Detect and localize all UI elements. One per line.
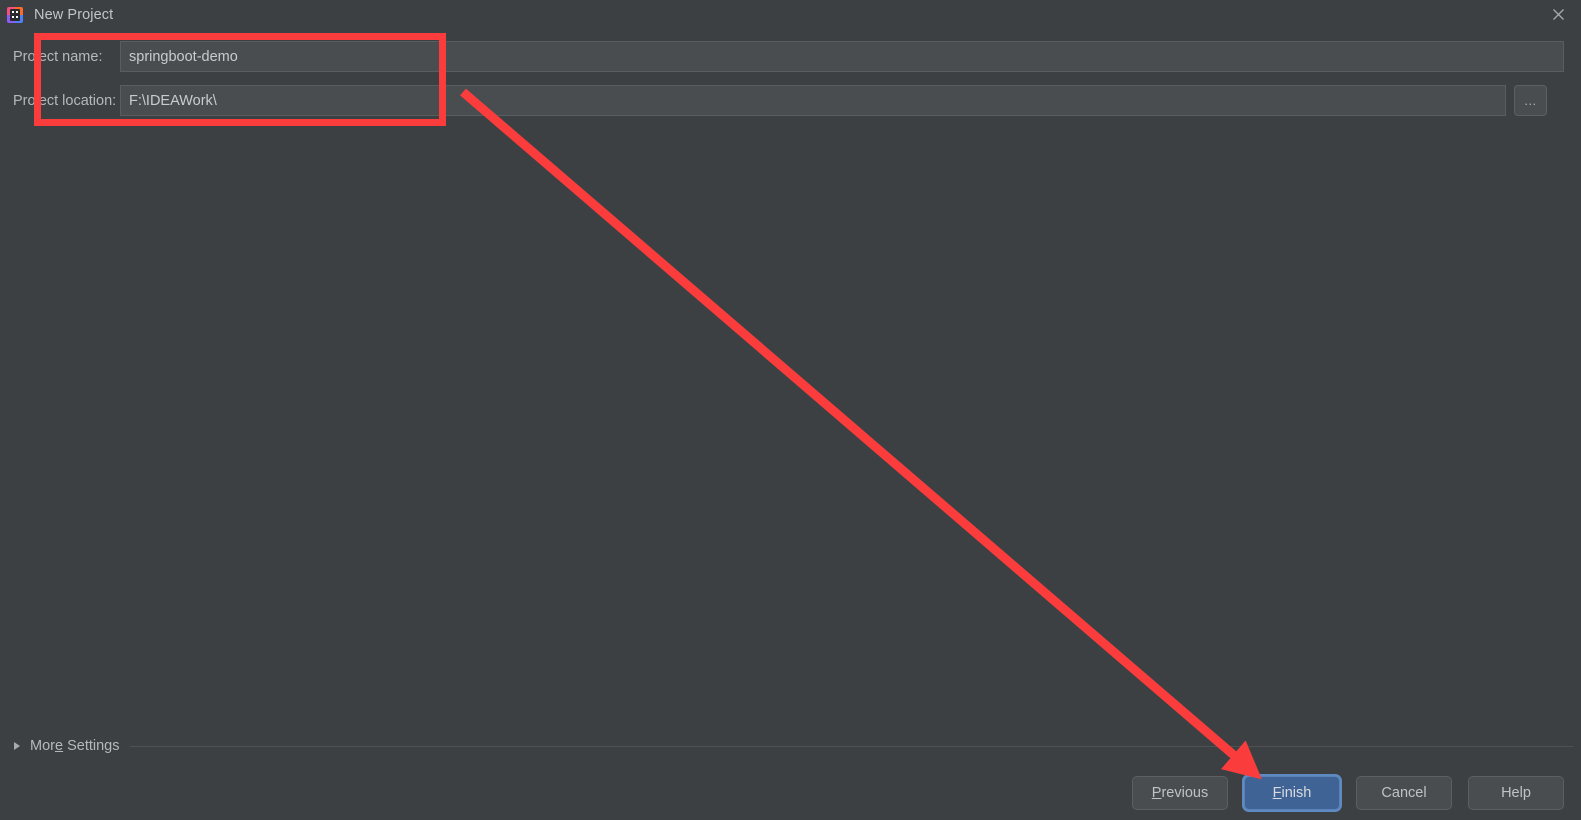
button-accel-char: F bbox=[1272, 785, 1282, 801]
button-label: revious bbox=[1161, 785, 1209, 801]
cancel-button[interactable]: Cancel bbox=[1356, 776, 1452, 810]
finish-button[interactable]: Finish bbox=[1244, 776, 1340, 810]
browse-folder-button[interactable]: ... bbox=[1514, 85, 1547, 116]
label-accel-char: e bbox=[54, 738, 64, 754]
project-location-input[interactable] bbox=[120, 85, 1506, 116]
label-part-after: ect name: bbox=[38, 48, 103, 65]
button-accel-char: P bbox=[1151, 785, 1162, 801]
title-bar: New Project bbox=[0, 0, 1581, 29]
more-settings-label: More Settings bbox=[30, 738, 119, 754]
window-title: New Project bbox=[34, 6, 114, 23]
previous-button[interactable]: Previous bbox=[1132, 776, 1228, 810]
project-name-input[interactable] bbox=[120, 41, 1564, 72]
button-label: inish bbox=[1281, 785, 1312, 801]
project-location-row: Project location: ... bbox=[0, 85, 1581, 116]
button-label: Cancel bbox=[1381, 785, 1427, 801]
label-part-before: Pro bbox=[13, 48, 36, 65]
close-icon[interactable] bbox=[1535, 0, 1581, 29]
label-part-before: Pro bbox=[13, 92, 36, 109]
ellipsis-icon: ... bbox=[1524, 92, 1537, 108]
project-location-label: Project location: bbox=[0, 93, 120, 109]
project-name-label: Project name: bbox=[0, 49, 120, 65]
help-button[interactable]: Help bbox=[1468, 776, 1564, 810]
section-divider bbox=[130, 745, 1573, 747]
label-part-before: Mor bbox=[30, 738, 55, 754]
more-settings-row: More Settings bbox=[0, 733, 1581, 759]
label-part-after: Settings bbox=[63, 738, 120, 754]
triangle-right-icon bbox=[14, 742, 20, 750]
more-settings-toggle[interactable]: More Settings bbox=[14, 738, 119, 754]
intellij-idea-logo-icon bbox=[7, 6, 23, 23]
dialog-footer: Previous Finish Cancel Help bbox=[0, 766, 1581, 820]
button-label: Help bbox=[1501, 785, 1531, 801]
form-area: Project name: Project location: ... bbox=[0, 29, 1581, 723]
project-name-row: Project name: bbox=[0, 41, 1581, 72]
label-part-after: ect location: bbox=[38, 92, 117, 109]
